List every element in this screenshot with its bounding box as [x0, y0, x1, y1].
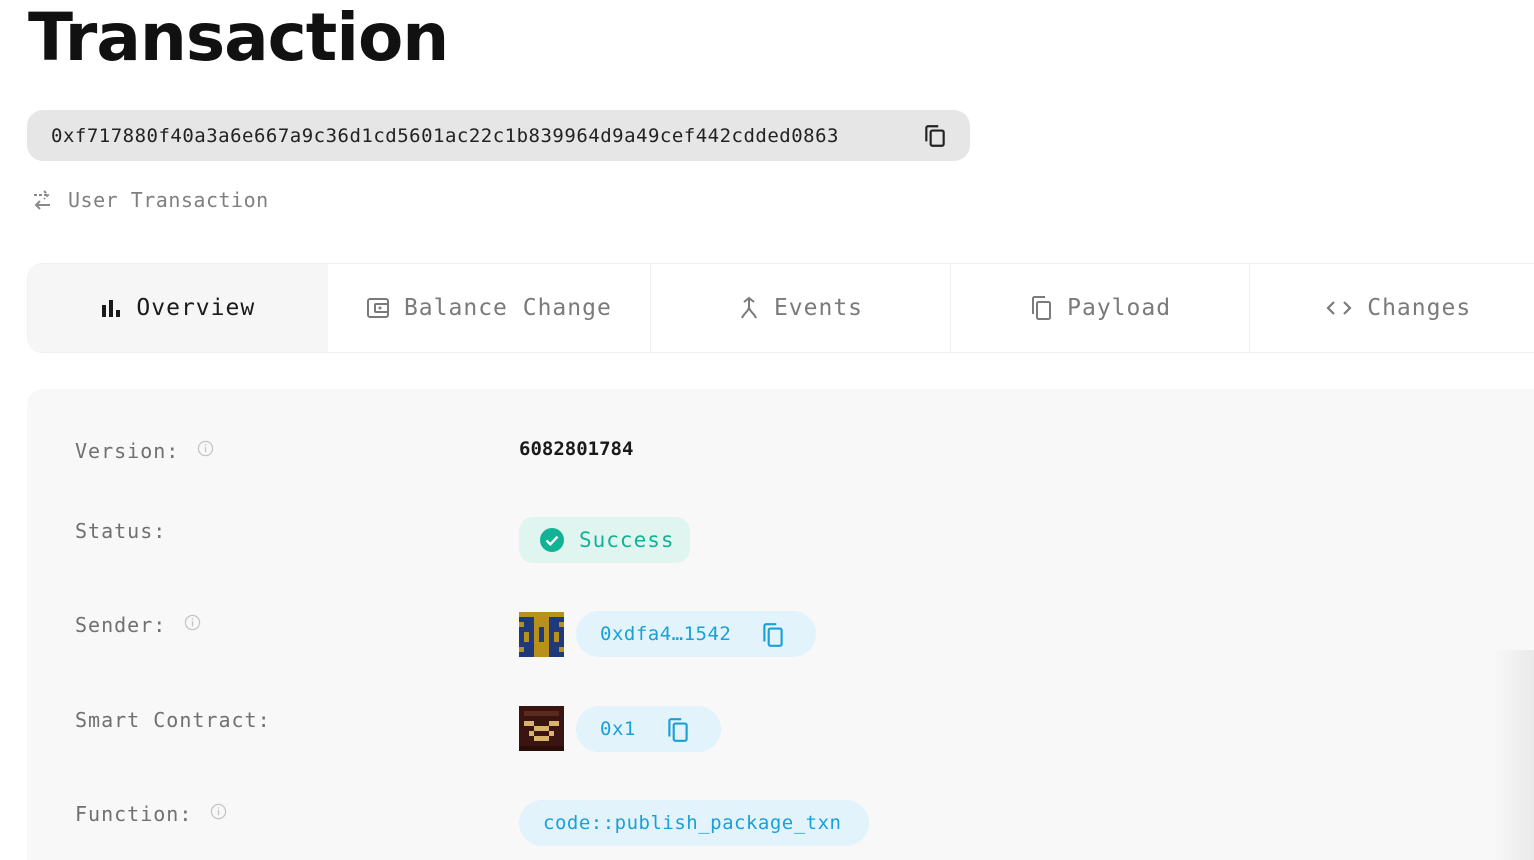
- tab-changes[interactable]: Changes: [1250, 264, 1534, 352]
- info-icon[interactable]: [197, 440, 214, 457]
- status-value: Success: [579, 528, 675, 552]
- version-label-text: Version:: [75, 439, 180, 463]
- smart-contract-address-text: 0x1: [600, 718, 636, 740]
- function-value[interactable]: code::publish_package_txn: [519, 800, 869, 846]
- sender-address[interactable]: 0xdfa4…1542: [576, 611, 816, 657]
- code-icon: [1326, 301, 1352, 315]
- tab-overview-label: Overview: [136, 295, 256, 321]
- tab-changes-label: Changes: [1367, 295, 1472, 321]
- transaction-hash-text: 0xf717880f40a3a6e667a9c36d1cd5601ac22c1b…: [51, 124, 839, 147]
- tab-events[interactable]: Events: [651, 264, 951, 352]
- merge-icon: [741, 296, 757, 319]
- sender-address-text: 0xdfa4…1542: [600, 623, 732, 645]
- status-badge: Success: [519, 517, 690, 563]
- tab-balance-change-label: Balance Change: [403, 295, 612, 321]
- function-label-text: Function:: [75, 802, 193, 826]
- smart-contract-address[interactable]: 0x1: [576, 706, 721, 752]
- transaction-type-label: User Transaction: [68, 188, 269, 212]
- function-label: Function:: [75, 802, 227, 826]
- bar-chart-icon: [102, 300, 121, 317]
- status-label-text: Status:: [75, 519, 167, 543]
- info-icon[interactable]: [210, 803, 227, 820]
- sender-label: Sender:: [75, 613, 201, 637]
- tab-payload[interactable]: Payload: [951, 264, 1251, 352]
- sender-label-text: Sender:: [75, 613, 167, 637]
- info-icon[interactable]: [184, 614, 201, 631]
- panel-edge-shadow: [1494, 650, 1534, 860]
- check-circle-icon: [540, 528, 564, 552]
- wallet-icon: [366, 298, 389, 318]
- tab-balance-change[interactable]: Balance Change: [328, 264, 652, 352]
- copy-sender-icon[interactable]: [760, 621, 786, 649]
- smart-contract-label-text: Smart Contract:: [75, 708, 271, 732]
- copy-hash-icon[interactable]: [922, 122, 948, 150]
- tab-payload-label: Payload: [1067, 295, 1172, 321]
- smart-contract-label: Smart Contract:: [75, 708, 271, 732]
- version-label: Version:: [75, 439, 214, 463]
- smart-contract-avatar: [519, 706, 564, 751]
- transaction-type: User Transaction: [30, 185, 269, 215]
- page-title: Transaction: [28, 0, 449, 76]
- transfer-arrows-icon: [34, 190, 50, 210]
- tab-overview[interactable]: Overview: [28, 264, 328, 352]
- status-label: Status:: [75, 519, 166, 543]
- transaction-tabs: Overview Balance Change Events Payload C…: [27, 263, 1534, 353]
- copy-icon: [1032, 296, 1052, 320]
- transaction-hash: 0xf717880f40a3a6e667a9c36d1cd5601ac22c1b…: [27, 110, 970, 161]
- sender-avatar: [519, 612, 564, 657]
- tab-events-label: Events: [773, 295, 864, 321]
- version-value: 6082801784: [519, 438, 634, 460]
- copy-contract-icon[interactable]: [665, 716, 691, 744]
